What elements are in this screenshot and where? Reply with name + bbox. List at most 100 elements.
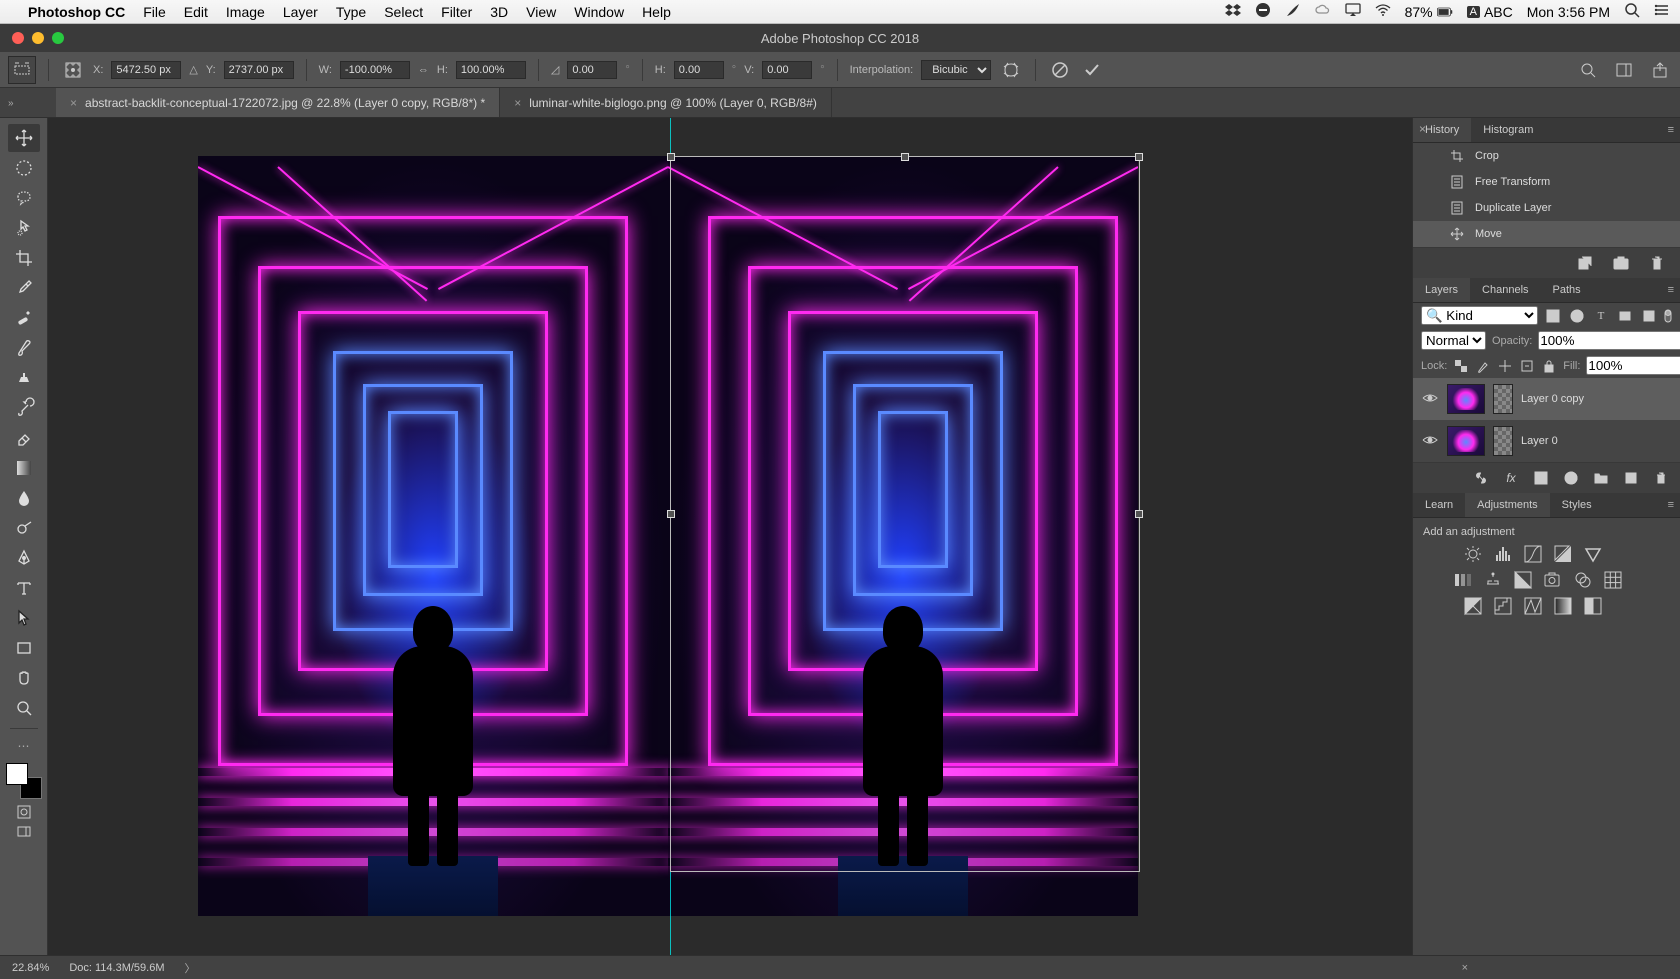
filter-type-icon[interactable]: T	[1592, 307, 1610, 325]
cc-cloud-icon[interactable]	[1315, 2, 1331, 21]
y-input[interactable]	[224, 61, 294, 79]
type-tool[interactable]	[8, 574, 40, 602]
dodge-tool[interactable]	[8, 514, 40, 542]
opacity-input[interactable]	[1538, 331, 1680, 350]
adjustment-layer-icon[interactable]	[1562, 469, 1580, 487]
color-swatches[interactable]	[6, 763, 42, 799]
link-icon[interactable]: ⇔	[418, 64, 429, 76]
history-item[interactable]: Duplicate Layer	[1413, 195, 1680, 221]
menu-edit[interactable]: Edit	[184, 4, 208, 20]
marquee-tool[interactable]	[8, 154, 40, 182]
black-white-icon[interactable]	[1513, 570, 1533, 590]
layer-filter-kind[interactable]: 🔍 Kind	[1421, 306, 1538, 325]
panel-menu-icon[interactable]: ≡	[1668, 284, 1674, 296]
warp-mode-button[interactable]	[999, 58, 1023, 82]
canvas-area[interactable]	[48, 118, 1412, 955]
history-item[interactable]: Move	[1413, 221, 1680, 247]
visibility-toggle[interactable]	[1421, 392, 1439, 407]
lock-image-icon[interactable]	[1475, 358, 1491, 374]
tab-histogram[interactable]: Histogram	[1471, 118, 1545, 142]
screen-mode-icon[interactable]	[17, 825, 31, 839]
menu-extras-icon[interactable]	[1654, 2, 1670, 21]
lock-artboard-icon[interactable]	[1519, 358, 1535, 374]
history-item[interactable]: Crop	[1413, 143, 1680, 169]
crop-tool[interactable]	[8, 244, 40, 272]
menu-file[interactable]: File	[143, 4, 166, 20]
reference-point-grid[interactable]	[61, 58, 85, 82]
fill-input[interactable]	[1586, 356, 1680, 375]
brush-tool[interactable]	[8, 334, 40, 362]
zoom-tool[interactable]	[8, 694, 40, 722]
tab-layers[interactable]: Layers	[1413, 278, 1470, 302]
trash-icon[interactable]	[1648, 254, 1666, 272]
lasso-tool[interactable]	[8, 184, 40, 212]
dropbox-icon[interactable]	[1225, 2, 1241, 21]
w-input[interactable]	[340, 61, 410, 79]
transform-handle[interactable]	[1135, 153, 1143, 161]
cancel-transform-button[interactable]	[1048, 58, 1072, 82]
menu-view[interactable]: View	[526, 4, 556, 20]
window-minimize-button[interactable]	[32, 32, 44, 44]
color-balance-icon[interactable]	[1483, 570, 1503, 590]
share-icon[interactable]	[1648, 58, 1672, 82]
filter-pixel-icon[interactable]	[1544, 307, 1562, 325]
transform-handle[interactable]	[901, 153, 909, 161]
tab-channels[interactable]: Channels	[1470, 278, 1540, 302]
create-document-icon[interactable]	[1576, 254, 1594, 272]
lock-transparency-icon[interactable]	[1453, 358, 1469, 374]
close-panel-group-icon[interactable]: ×	[1462, 962, 1468, 974]
menu-help[interactable]: Help	[642, 4, 671, 20]
selective-color-icon[interactable]	[1583, 596, 1603, 616]
document-tab-1[interactable]: × abstract-backlit-conceptual-1722072.jp…	[56, 88, 500, 117]
h-input[interactable]	[456, 61, 526, 79]
commit-transform-button[interactable]	[1080, 58, 1104, 82]
layer-thumbnail[interactable]	[1447, 384, 1485, 414]
wifi-icon[interactable]	[1375, 2, 1391, 21]
curves-icon[interactable]	[1523, 544, 1543, 564]
path-select-tool[interactable]	[8, 604, 40, 632]
transform-bounding-box[interactable]	[670, 156, 1140, 872]
clock[interactable]: Mon 3:56 PM	[1527, 4, 1610, 20]
app-name[interactable]: Photoshop CC	[28, 4, 125, 20]
angle-input[interactable]	[567, 61, 617, 79]
transform-handle[interactable]	[1135, 510, 1143, 518]
close-tab-icon[interactable]: ×	[514, 96, 521, 110]
close-tab-icon[interactable]: ×	[70, 96, 77, 110]
delete-layer-icon[interactable]	[1652, 469, 1670, 487]
airplay-icon[interactable]	[1345, 2, 1361, 21]
foreground-color[interactable]	[6, 763, 28, 785]
input-source-icon[interactable]: AABC	[1467, 4, 1513, 20]
menu-window[interactable]: Window	[574, 4, 624, 20]
panel-menu-icon[interactable]: ≡	[1668, 124, 1674, 136]
battery-status[interactable]: 87%	[1405, 4, 1453, 20]
move-tool[interactable]	[8, 124, 40, 152]
layer-mask-thumbnail[interactable]	[1493, 384, 1513, 414]
eraser-tool[interactable]	[8, 424, 40, 452]
transform-handle[interactable]	[667, 153, 675, 161]
blur-tool[interactable]	[8, 484, 40, 512]
lock-position-icon[interactable]	[1497, 358, 1513, 374]
link-layers-icon[interactable]	[1472, 469, 1490, 487]
tab-adjustments[interactable]: Adjustments	[1465, 493, 1550, 517]
tab-paths[interactable]: Paths	[1541, 278, 1593, 302]
channel-mixer-icon[interactable]	[1573, 570, 1593, 590]
color-lookup-icon[interactable]	[1603, 570, 1623, 590]
close-panel-icon[interactable]: ×	[1419, 122, 1426, 136]
quick-select-tool[interactable]	[8, 214, 40, 242]
menu-select[interactable]: Select	[384, 4, 423, 20]
menu-3d[interactable]: 3D	[490, 4, 508, 20]
layer-name[interactable]: Layer 0 copy	[1521, 393, 1584, 405]
layer-row[interactable]: Layer 0	[1413, 420, 1680, 462]
status-flyout-icon[interactable]: 〉	[185, 960, 196, 976]
levels-icon[interactable]	[1493, 544, 1513, 564]
healing-brush-tool[interactable]	[8, 304, 40, 332]
layer-fx-icon[interactable]: fx	[1502, 469, 1520, 487]
lock-all-icon[interactable]	[1541, 358, 1557, 374]
clone-stamp-tool[interactable]	[8, 364, 40, 392]
panel-menu-icon[interactable]: ≡	[1668, 499, 1674, 511]
menu-filter[interactable]: Filter	[441, 4, 472, 20]
status-circle-icon[interactable]	[1255, 2, 1271, 21]
threshold-icon[interactable]	[1523, 596, 1543, 616]
invert-icon[interactable]	[1463, 596, 1483, 616]
window-close-button[interactable]	[12, 32, 24, 44]
